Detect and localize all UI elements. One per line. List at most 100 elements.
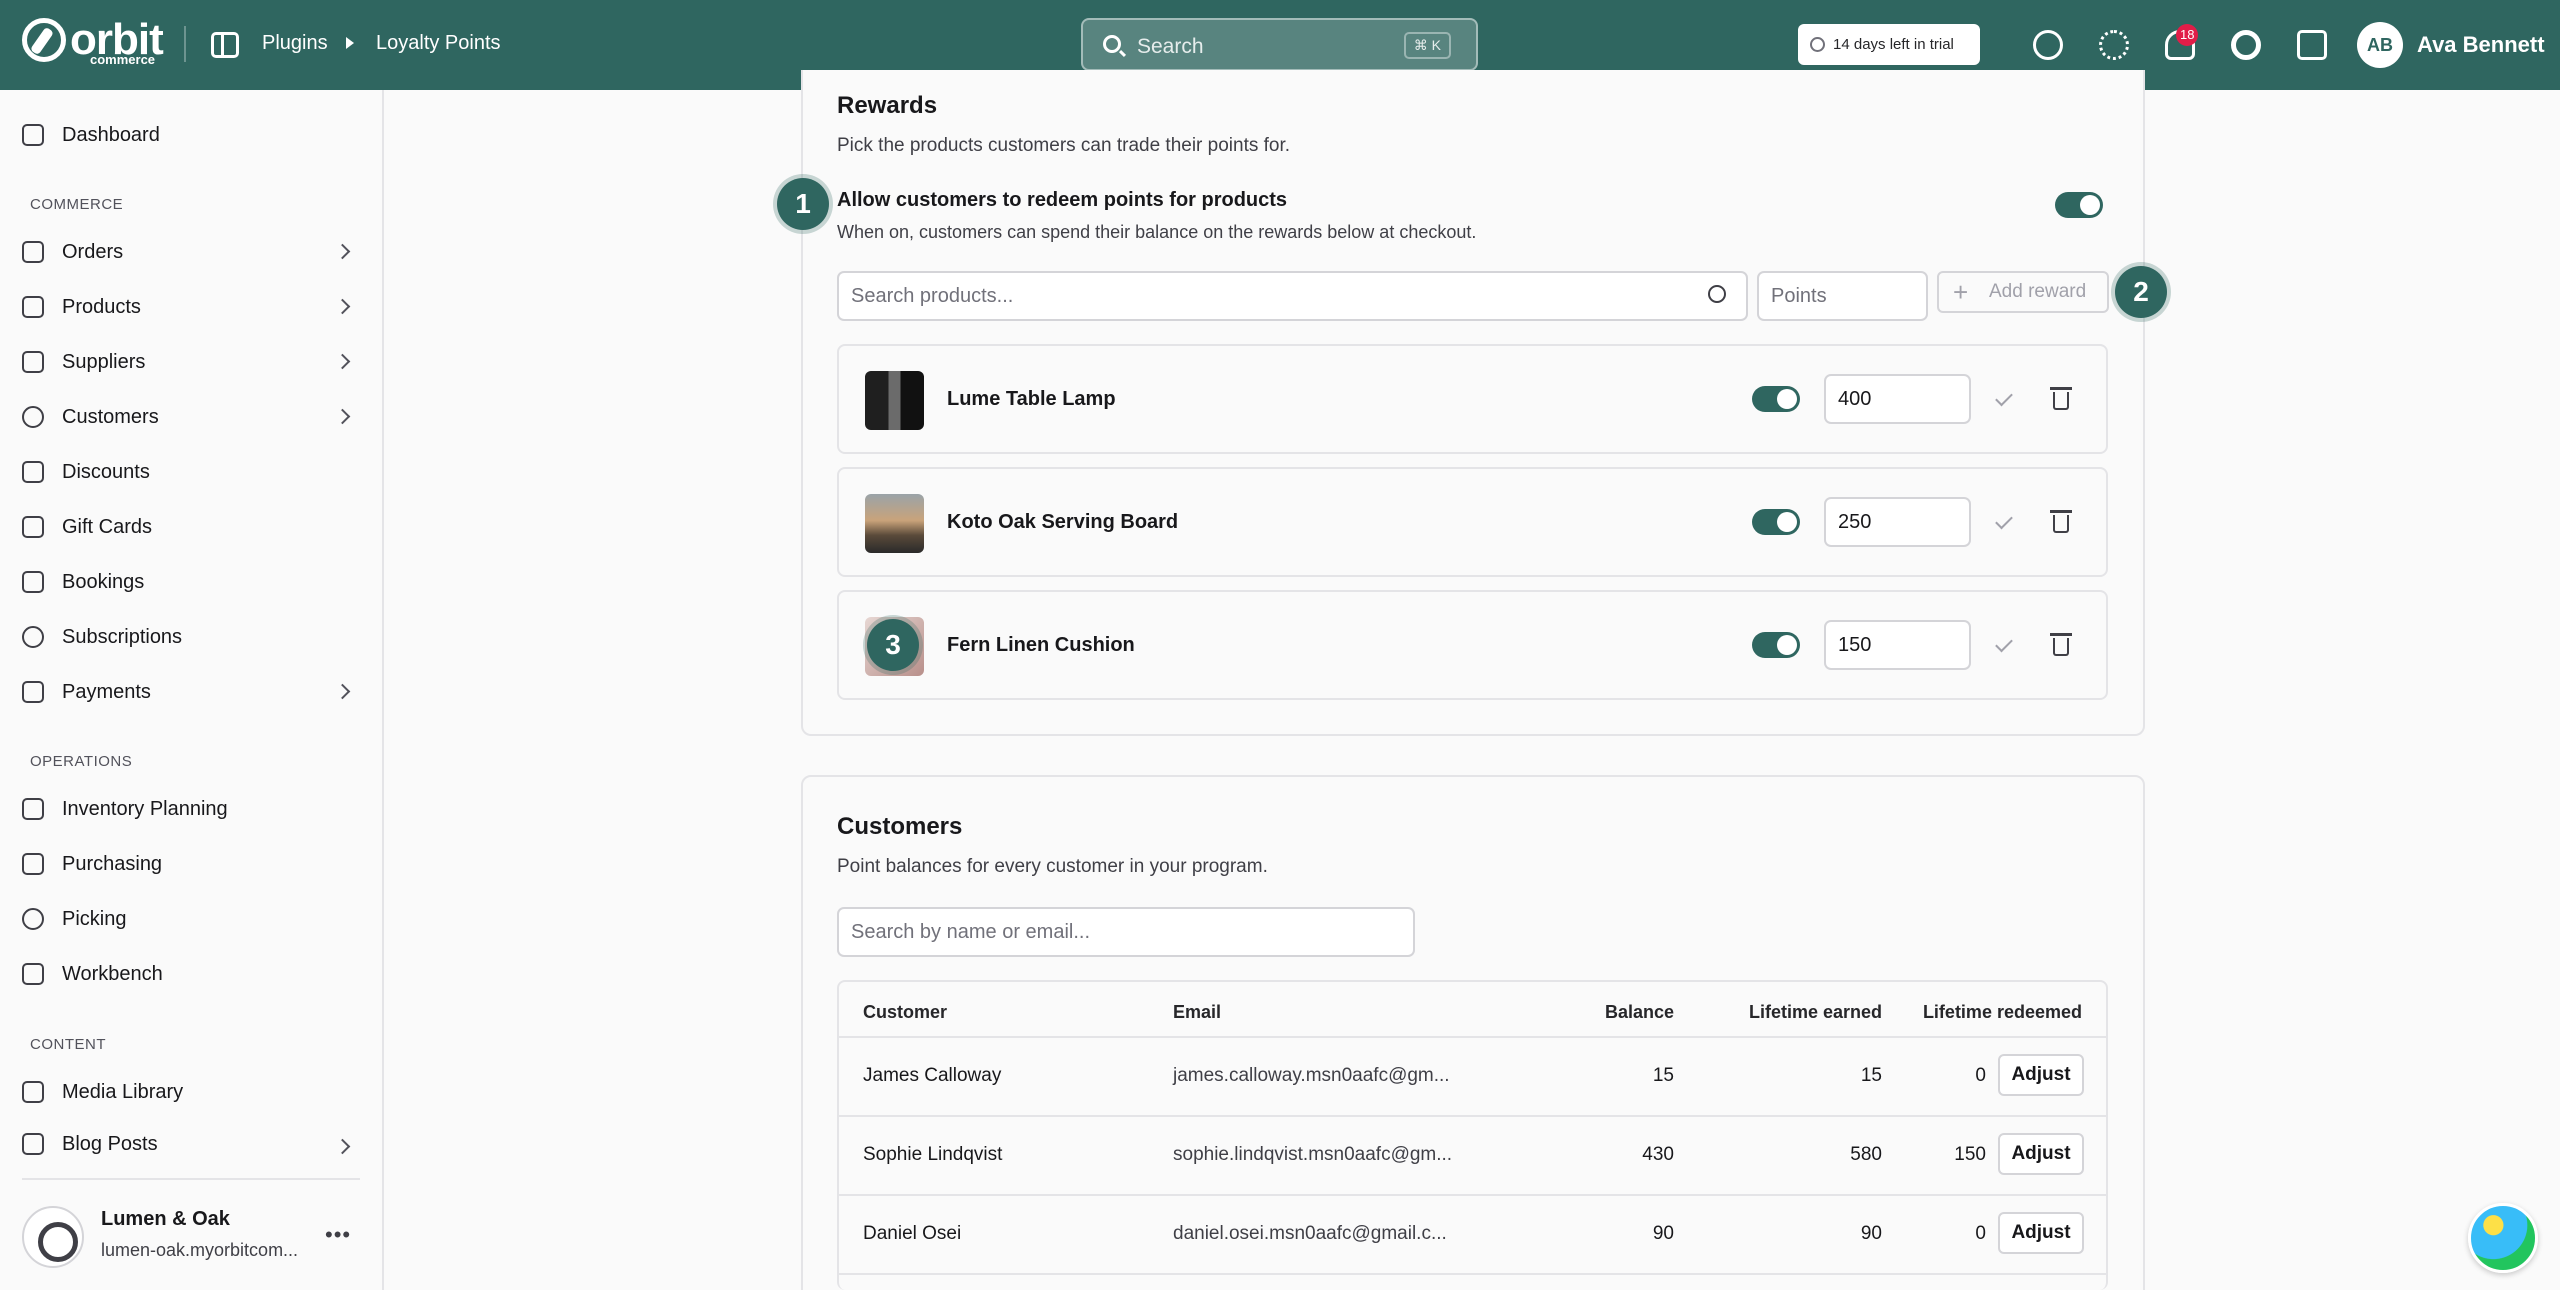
user-name[interactable]: Ava Bennett — [2417, 32, 2545, 58]
adjust-button[interactable]: Adjust — [1998, 1212, 2084, 1254]
sidebar-item-label: Dashboard — [62, 123, 160, 146]
sidebar-item-dashboard[interactable]: Dashboard — [22, 115, 362, 155]
sidebar-item-label: Inventory Planning — [62, 797, 228, 820]
reward-toggle[interactable] — [1752, 509, 1800, 535]
check-icon[interactable] — [1995, 511, 2013, 530]
assistant-launcher-icon[interactable] — [2468, 1203, 2538, 1273]
reward-toggle[interactable] — [1752, 386, 1800, 412]
store-logo[interactable] — [22, 1206, 84, 1268]
customer-earned: 15 — [1860, 1065, 1882, 1086]
sidebar-item-label: Purchasing — [62, 852, 163, 875]
sidebar-item-discounts[interactable]: Discounts — [22, 452, 362, 492]
avatar[interactable]: AB — [2357, 22, 2403, 68]
sidebar-item-picking[interactable]: Picking — [22, 899, 362, 939]
sidebar-item-label: Orders — [62, 240, 124, 263]
chevron-right-icon — [334, 683, 351, 700]
image-icon — [22, 1081, 44, 1103]
topbar-divider — [184, 26, 186, 62]
sidebar-item-suppliers[interactable]: Suppliers — [22, 342, 362, 382]
breadcrumb-plugins[interactable]: Plugins — [262, 32, 328, 55]
cube-icon — [22, 963, 44, 985]
reward-name: Fern Linen Cushion — [947, 634, 1135, 656]
sidebar-item-inventory-planning[interactable]: Inventory Planning — [22, 789, 362, 829]
sidebar-item-blog-posts[interactable]: Blog Posts — [22, 1127, 362, 1161]
redeem-toggle-description: When on, customers can spend their balan… — [837, 222, 1477, 242]
check-icon[interactable] — [1995, 634, 2013, 653]
reward-row: Koto Oak Serving Board 250 — [837, 467, 2108, 577]
chevron-right-icon — [334, 298, 351, 315]
customer-search-input[interactable]: Search by name or email... — [837, 907, 1415, 957]
row-divider — [839, 1036, 2106, 1038]
sidebar-toggle-icon[interactable] — [211, 32, 239, 58]
customer-name: James Calloway — [863, 1065, 1002, 1086]
box-icon — [22, 296, 44, 318]
sidebar-item-workbench[interactable]: Workbench — [22, 954, 362, 994]
reward-points-input[interactable]: 250 — [1824, 497, 1971, 547]
step-marker-3: 3 — [867, 619, 919, 671]
section-content: CONTENT — [30, 1036, 106, 1053]
refresh-icon — [22, 626, 44, 648]
adjust-button[interactable]: Adjust — [1998, 1133, 2084, 1175]
sidebar-item-products[interactable]: Products — [22, 287, 362, 327]
customers-title: Customers — [837, 813, 963, 840]
chevron-right-icon — [334, 353, 351, 370]
customer-email: sophie.lindqvist.msn0aafc@gm... — [1173, 1144, 1453, 1165]
smiley-icon[interactable] — [2033, 30, 2063, 60]
gift-icon — [22, 516, 44, 538]
customer-redeemed: 150 — [1954, 1144, 1986, 1165]
column-header: Email — [1173, 1002, 1222, 1022]
customer-redeemed: 0 — [1975, 1065, 1986, 1086]
chevron-right-icon — [334, 1138, 351, 1155]
sidebar-item-label: Bookings — [62, 570, 145, 593]
reward-name: Lume Table Lamp — [947, 388, 1116, 410]
column-header: Customer — [863, 1002, 948, 1022]
sidebar-item-purchasing[interactable]: Purchasing — [22, 844, 362, 884]
sidebar-item-media-library[interactable]: Media Library — [22, 1072, 362, 1112]
redeem-toggle-title: Allow customers to redeem points for pro… — [837, 189, 1288, 211]
sidebar-item-label: Subscriptions — [62, 625, 183, 648]
column-header: Lifetime redeemed — [1922, 1002, 2082, 1022]
storefront-icon[interactable] — [2297, 30, 2327, 60]
reward-points-input[interactable]: 150 — [1824, 620, 1971, 670]
search-shortcut: ⌘ K — [1403, 32, 1451, 59]
trash-icon[interactable] — [2050, 387, 2072, 410]
points-input[interactable]: Points — [1757, 271, 1928, 321]
sidebar-item-orders[interactable]: Orders — [22, 232, 362, 272]
sidebar-item-payments[interactable]: Payments — [22, 672, 362, 712]
redeem-toggle[interactable] — [2055, 192, 2103, 218]
sidebar-item-label: Workbench — [62, 962, 163, 985]
sidebar-item-bookings[interactable]: Bookings — [22, 562, 362, 602]
more-options-icon[interactable]: ••• — [325, 1222, 351, 1248]
reward-toggle[interactable] — [1752, 632, 1800, 658]
sidebar-item-customers[interactable]: Customers — [22, 397, 362, 437]
sun-icon[interactable] — [2099, 30, 2129, 60]
row-divider — [839, 1273, 2106, 1275]
global-search[interactable]: Search ⌘ K — [1081, 18, 1478, 71]
sidebar-item-gift-cards[interactable]: Gift Cards — [22, 507, 362, 547]
adjust-button[interactable]: Adjust — [1998, 1054, 2084, 1096]
store-name[interactable]: Lumen & Oak — [101, 1208, 230, 1231]
customers-description: Point balances for every customer in you… — [837, 856, 1268, 877]
sidebar-item-subscriptions[interactable]: Subscriptions — [22, 617, 362, 657]
breadcrumb-current: Loyalty Points — [376, 32, 501, 54]
sidebar-item-label: Discounts — [62, 460, 150, 483]
brand-sub: commerce — [90, 52, 156, 67]
trash-icon[interactable] — [2050, 633, 2072, 656]
users-icon — [22, 406, 44, 428]
sidebar-item-label: Blog Posts — [62, 1132, 158, 1155]
rewards-description: Pick the products customers can trade th… — [837, 135, 1291, 156]
rewards-title: Rewards — [837, 92, 938, 119]
customer-balance: 15 — [1652, 1065, 1674, 1086]
sidebar-item-label: Products — [62, 295, 141, 318]
help-lifebuoy-icon[interactable] — [2231, 30, 2261, 60]
reward-points-input[interactable]: 400 — [1824, 374, 1971, 424]
product-search-placeholder: Search products... — [851, 285, 1014, 307]
orbit-logo[interactable]: orbit commerce — [22, 18, 164, 67]
customer-name: Sophie Lindqvist — [863, 1144, 1003, 1165]
check-icon[interactable] — [1995, 388, 2013, 407]
trial-badge[interactable]: 14 days left in trial — [1798, 24, 1980, 65]
row-divider — [839, 1115, 2106, 1117]
add-reward-button[interactable]: Add reward — [1937, 271, 2109, 313]
product-search-input[interactable]: Search products... — [837, 271, 1748, 321]
trash-icon[interactable] — [2050, 510, 2072, 533]
